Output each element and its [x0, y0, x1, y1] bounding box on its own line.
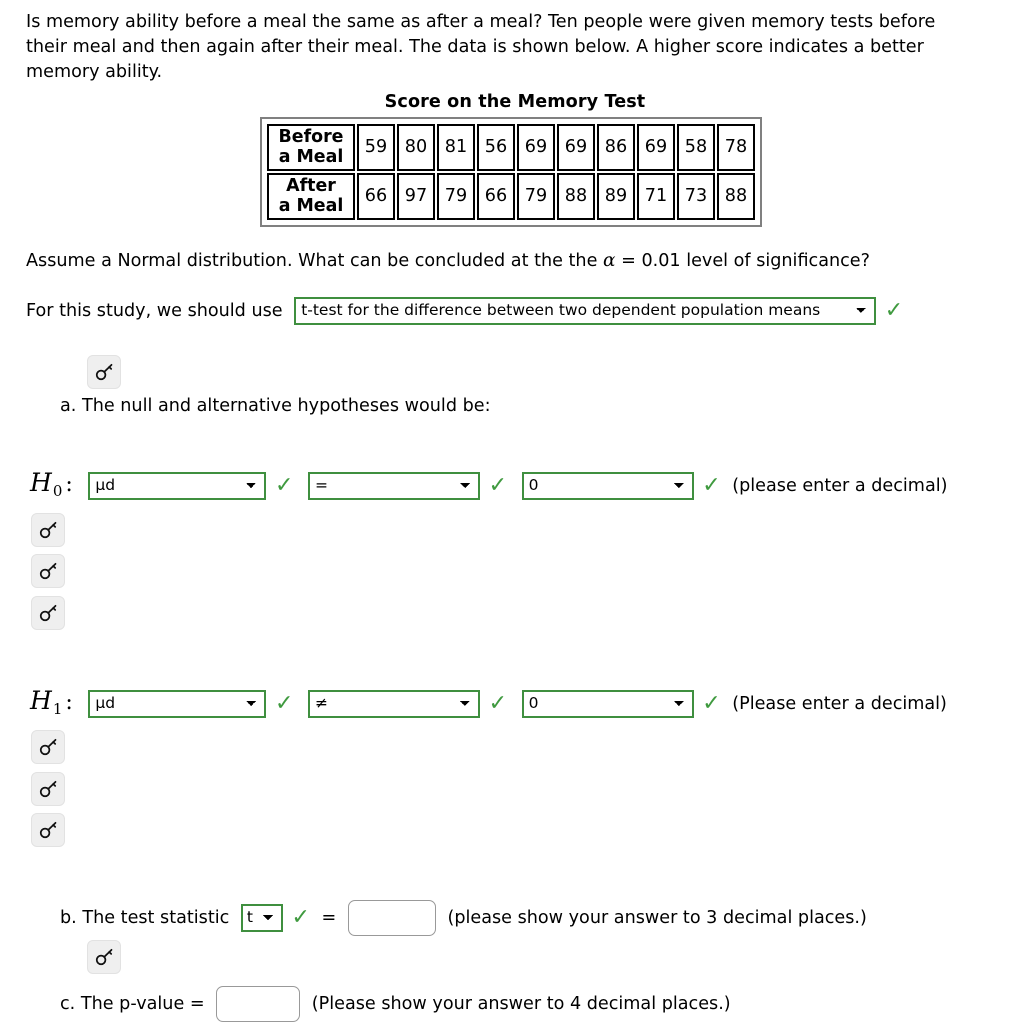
- row-header-after-line1: After: [286, 176, 336, 197]
- cell-before-6: 69: [557, 124, 595, 171]
- cell-after-7: 89: [597, 173, 635, 220]
- h1-colon: :: [65, 690, 73, 715]
- part-a-label: a. The null and alternative hypotheses w…: [60, 396, 491, 416]
- test-statistic-input[interactable]: [347, 900, 436, 936]
- key-icon-button-c[interactable]: [87, 940, 121, 974]
- h0-note: (please enter a decimal): [732, 476, 948, 496]
- h1-operator-valid-check: ✓: [488, 691, 508, 716]
- cell-after-3: 79: [437, 173, 475, 220]
- h0-value-select[interactable]: 0: [521, 472, 694, 500]
- cell-before-7: 86: [597, 124, 635, 171]
- test-statistic-valid-check: ✓: [291, 905, 310, 930]
- h1-parameter-valid-check: ✓: [274, 691, 294, 716]
- h0-operator-valid-check: ✓: [488, 473, 508, 498]
- study-test-selection-row: For this study, we should use t-test for…: [26, 297, 903, 325]
- cell-after-1: 66: [357, 173, 395, 220]
- significance-level-statement: Assume a Normal distribution. What can b…: [26, 250, 870, 271]
- h1-value-select[interactable]: 0: [521, 690, 694, 718]
- row-header-after-line2: a Meal: [278, 195, 344, 216]
- key-icon-button-h0-2[interactable]: [31, 554, 65, 588]
- test-type-valid-check: ✓: [884, 298, 904, 323]
- table-row: Before a Meal 59 80 81 56 69 69 86 69 58…: [267, 124, 755, 171]
- table-frame: Before a Meal 59 80 81 56 69 69 86 69 58…: [260, 117, 762, 227]
- test-type-select[interactable]: t-test for the difference between two de…: [294, 297, 877, 325]
- key-icon-button-h1-1[interactable]: [31, 730, 65, 764]
- row-header-before: Before a Meal: [267, 124, 355, 171]
- h1-operator-select[interactable]: ≠: [308, 690, 480, 718]
- key-icon-button-h1-2[interactable]: [31, 772, 65, 806]
- h1-note: (Please enter a decimal): [732, 694, 947, 714]
- h0-operator-select[interactable]: =: [308, 472, 480, 500]
- key-icon: [94, 362, 114, 382]
- problem-statement: Is memory ability before a meal the same…: [26, 12, 936, 82]
- key-icon: [38, 779, 58, 799]
- key-icon-button-h1-3[interactable]: [31, 813, 65, 847]
- key-icon: [94, 947, 114, 967]
- key-icon: [38, 820, 58, 840]
- cell-after-10: 88: [717, 173, 755, 220]
- test-statistic-select[interactable]: t: [240, 904, 283, 932]
- key-icon-button-h0-3[interactable]: [31, 596, 65, 630]
- memory-test-table-container: Score on the Memory Test Before a Meal 5…: [260, 92, 770, 232]
- key-icon: [38, 561, 58, 581]
- row-header-after: After a Meal: [267, 173, 355, 220]
- part-c-label: c. The p-value =: [60, 994, 205, 1014]
- cell-before-9: 58: [677, 124, 715, 171]
- h0-subscript: 0: [52, 482, 63, 500]
- h0-row: H0: μd ✓ = ✓ 0 ✓ (please enter a decimal…: [30, 468, 947, 500]
- cell-after-9: 73: [677, 173, 715, 220]
- part-b-equals: =: [321, 908, 337, 928]
- part-c-row: c. The p-value = (Please show your answe…: [60, 986, 731, 1022]
- cell-after-6: 88: [557, 173, 595, 220]
- h0-parameter-valid-check: ✓: [274, 473, 294, 498]
- part-b-note: (please show your answer to 3 decimal pl…: [447, 908, 867, 928]
- alpha-rest-text: = 0.01 level of significance?: [615, 251, 870, 271]
- memory-test-table: Before a Meal 59 80 81 56 69 69 86 69 58…: [265, 122, 757, 222]
- part-b-row: b. The test statistic t ✓ = (please show…: [60, 900, 867, 936]
- study-prompt-label: For this study, we should use: [26, 301, 283, 321]
- cell-after-8: 71: [637, 173, 675, 220]
- h0-symbol: H0: [30, 468, 63, 500]
- alpha-symbol: α: [603, 250, 616, 271]
- part-b-label: b. The test statistic: [60, 908, 230, 928]
- cell-before-3: 81: [437, 124, 475, 171]
- cell-before-8: 69: [637, 124, 675, 171]
- h1-value-valid-check: ✓: [702, 691, 721, 716]
- cell-before-1: 59: [357, 124, 395, 171]
- key-icon: [38, 603, 58, 623]
- p-value-input[interactable]: [216, 986, 301, 1022]
- h0-value-valid-check: ✓: [702, 473, 721, 498]
- key-icon: [38, 737, 58, 757]
- h1-subscript: 1: [52, 700, 63, 718]
- h0-parameter-select[interactable]: μd: [88, 472, 267, 500]
- h1-symbol: H1: [30, 686, 63, 718]
- assume-text: Assume a Normal distribution. What can b…: [26, 251, 604, 271]
- part-c-note: (Please show your answer to 4 decimal pl…: [311, 994, 731, 1014]
- table-row: After a Meal 66 97 79 66 79 88 89 71 73 …: [267, 173, 755, 220]
- row-header-before-line1: Before: [278, 127, 344, 148]
- cell-before-2: 80: [397, 124, 435, 171]
- h1-row: H1: μd ✓ ≠ ✓ 0 ✓ (Please enter a decimal…: [30, 686, 947, 718]
- cell-after-2: 97: [397, 173, 435, 220]
- cell-after-5: 79: [517, 173, 555, 220]
- cell-before-10: 78: [717, 124, 755, 171]
- h0-colon: :: [65, 472, 73, 497]
- cell-before-5: 69: [517, 124, 555, 171]
- table-title: Score on the Memory Test: [384, 92, 646, 112]
- row-header-before-line2: a Meal: [278, 146, 344, 167]
- key-icon-button-h0-1[interactable]: [31, 513, 65, 547]
- cell-before-4: 56: [477, 124, 515, 171]
- key-icon-button-a[interactable]: [87, 355, 121, 389]
- cell-after-4: 66: [477, 173, 515, 220]
- h1-parameter-select[interactable]: μd: [88, 690, 267, 718]
- key-icon: [38, 520, 58, 540]
